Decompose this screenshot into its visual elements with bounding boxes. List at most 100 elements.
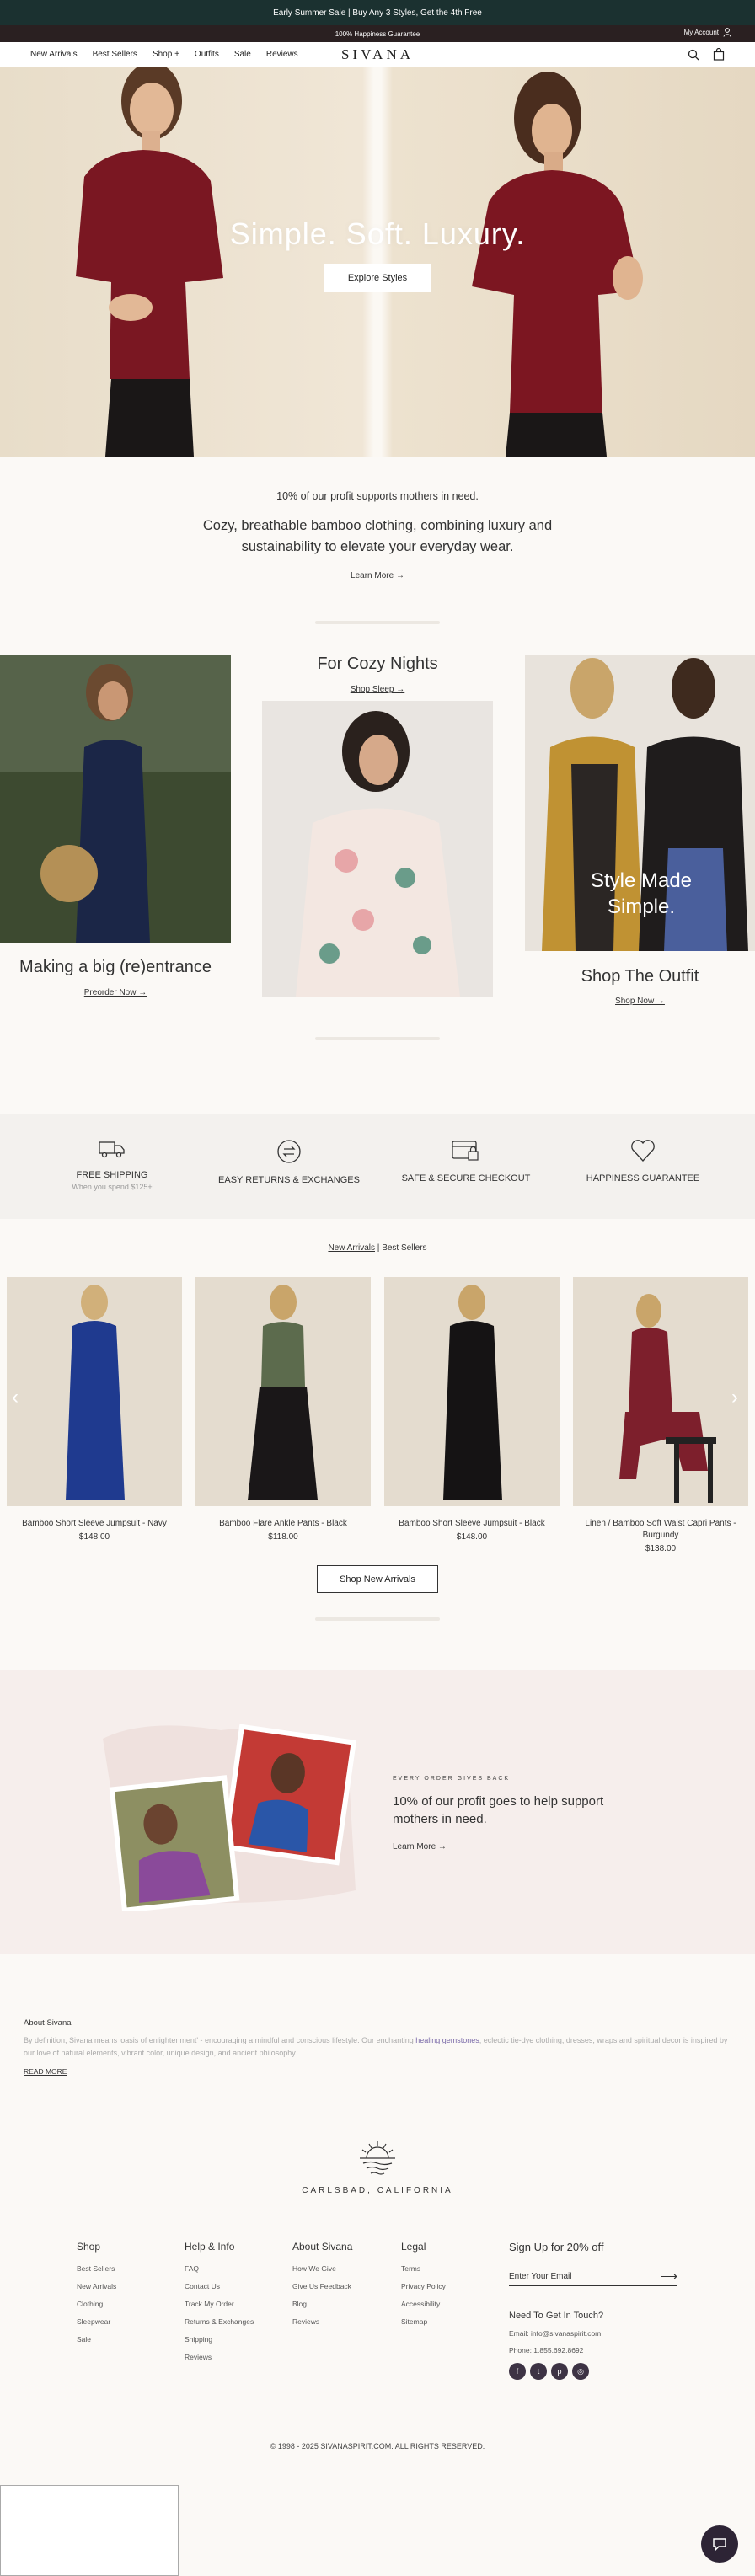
carousel-next-icon[interactable]: › [731, 1386, 738, 1409]
preorder-now-link[interactable]: Preorder Now → [0, 988, 231, 997]
mission-learn-more-link[interactable]: Learn More → [351, 571, 404, 580]
email-field[interactable]: Enter Your Email ⟶ [509, 2268, 677, 2286]
shop-sleep-link[interactable]: Shop Sleep → [262, 685, 493, 694]
footer-link[interactable]: Sleepwear [77, 2317, 116, 2326]
product-name[interactable]: Bamboo Short Sleeve Jumpsuit - Navy [7, 1518, 182, 1530]
hero-banner: Simple. Soft. Luxury. Explore Styles [0, 67, 755, 457]
footer-link[interactable]: Returns & Exchanges [185, 2317, 254, 2326]
cart-icon[interactable] [713, 48, 725, 61]
footer-link[interactable]: Give Us Feedback [292, 2282, 352, 2290]
footer-link[interactable]: How We Give [292, 2264, 352, 2273]
announcement-bar[interactable]: Early Summer Sale | Buy Any 3 Styles, Ge… [0, 0, 755, 25]
newsletter-signup: Sign Up for 20% off Enter Your Email ⟶ N… [509, 2241, 677, 2380]
footer-link[interactable]: Privacy Policy [401, 2282, 446, 2290]
product-card[interactable]: Bamboo Short Sleeve Jumpsuit - Black $14… [384, 1277, 560, 1542]
product-image[interactable] [384, 1277, 560, 1506]
tab-best-sellers[interactable]: Best Sellers [382, 1243, 426, 1253]
footer-link[interactable]: Reviews [185, 2353, 254, 2361]
read-more-link[interactable]: READ MORE [24, 2067, 731, 2076]
secondary-bar: 100% Happiness Guarantee My Account [0, 25, 755, 42]
collection-title-outfit: Shop The Outfit [581, 967, 699, 986]
footer-link[interactable]: New Arrivals [77, 2282, 116, 2290]
footer-column-help: Help & Info FAQ Contact Us Track My Orde… [185, 2241, 254, 2370]
announcement-text[interactable]: Early Summer Sale | Buy Any 3 Styles, Ge… [273, 8, 482, 18]
blank-panel [0, 2485, 179, 2576]
section-divider [315, 621, 440, 624]
product-card[interactable]: Bamboo Short Sleeve Jumpsuit - Navy $148… [7, 1277, 182, 1542]
contact-phone[interactable]: Phone: 1.855.692.8692 [509, 2346, 677, 2354]
collection-title-cozy: For Cozy Nights [317, 655, 438, 673]
user-icon [723, 28, 731, 37]
nav-sale[interactable]: Sale [234, 50, 251, 59]
carousel-prev-icon[interactable]: ‹ [12, 1386, 19, 1409]
footer-link[interactable]: Accessibility [401, 2300, 446, 2308]
footer-link[interactable]: FAQ [185, 2264, 254, 2273]
product-card[interactable]: Bamboo Flare Ankle Pants - Black $118.00 [195, 1277, 371, 1542]
product-card[interactable]: Linen / Bamboo Soft Waist Capri Pants - … [573, 1277, 748, 1553]
pinterest-icon[interactable]: p [551, 2363, 568, 2380]
secure-card-icon [452, 1141, 479, 1161]
about-text: By definition, Sivana means 'oasis of en… [24, 2034, 731, 2060]
product-image[interactable] [573, 1277, 748, 1506]
explore-styles-button[interactable]: Explore Styles [324, 264, 431, 292]
product-name[interactable]: Bamboo Flare Ankle Pants - Black [195, 1518, 371, 1530]
footer-link[interactable]: Blog [292, 2300, 352, 2308]
nav-best-sellers[interactable]: Best Sellers [93, 50, 137, 59]
social-links: f t p ◎ [509, 2363, 677, 2380]
submit-arrow-icon[interactable]: ⟶ [661, 2269, 677, 2284]
product-image[interactable] [195, 1277, 371, 1506]
nav-reviews[interactable]: Reviews [266, 50, 298, 59]
footer-link[interactable]: Shipping [185, 2335, 254, 2344]
healing-gemstones-link[interactable]: healing gemstones [415, 2036, 479, 2044]
facebook-icon[interactable]: f [509, 2363, 526, 2380]
heart-icon [631, 1140, 655, 1162]
about-heading: About Sivana [24, 2018, 72, 2028]
product-price: $148.00 [456, 1532, 488, 1542]
mission-tagline: 10% of our profit supports mothers in ne… [276, 490, 479, 502]
my-account-link[interactable]: My Account [684, 28, 731, 37]
footer-brand: CARLSBAD, CALIFORNIA [0, 2140, 755, 2195]
chat-button[interactable] [701, 2525, 738, 2563]
benefit-happiness: HAPPINESS GUARANTEE [563, 1139, 723, 1184]
section-divider [315, 1617, 440, 1621]
footer-link[interactable]: Best Sellers [77, 2264, 116, 2273]
product-image[interactable] [7, 1277, 182, 1506]
shop-now-link[interactable]: Shop Now → [525, 997, 755, 1006]
nav-new-arrivals[interactable]: New Arrivals [30, 50, 78, 59]
product-name[interactable]: Bamboo Short Sleeve Jumpsuit - Black [384, 1518, 560, 1530]
product-name[interactable]: Linen / Bamboo Soft Waist Capri Pants - … [573, 1518, 748, 1542]
footer-link[interactable]: Reviews [292, 2317, 352, 2326]
footer-link[interactable]: Sitemap [401, 2317, 446, 2326]
about-text-before: By definition, Sivana means 'oasis of en… [24, 2036, 416, 2044]
footer-link[interactable]: Sale [77, 2335, 116, 2344]
footer-link[interactable]: Track My Order [185, 2300, 254, 2308]
collection-image-cozy[interactable] [262, 701, 493, 997]
tab-new-arrivals[interactable]: New Arrivals [328, 1243, 375, 1253]
footer-column-title: About Sivana [292, 2241, 353, 2253]
outfit-overlay-text: Style Made Simple. [590, 869, 693, 918]
instagram-icon[interactable]: ◎ [572, 2363, 589, 2380]
footer-link[interactable]: Contact Us [185, 2282, 254, 2290]
contact-email[interactable]: Email: info@sivanaspirit.com [509, 2329, 677, 2338]
email-placeholder[interactable]: Enter Your Email [509, 2272, 572, 2281]
product-price: $118.00 [268, 1532, 298, 1542]
nav-shop[interactable]: Shop + [153, 50, 179, 59]
hero-model-image-right [472, 72, 643, 457]
hero-model-image-left [76, 67, 223, 457]
giveback-learn-more-link[interactable]: Learn More → [393, 1842, 447, 1852]
nav-outfits[interactable]: Outfits [195, 50, 219, 59]
search-icon[interactable] [688, 49, 699, 61]
collection-image-entrance[interactable] [0, 655, 231, 943]
footer-link[interactable]: Terms [401, 2264, 446, 2273]
product-price: $148.00 [78, 1532, 110, 1542]
giveback-heading: 10% of our profit goes to help support m… [393, 1794, 604, 1826]
benefit-label: HAPPINESS GUARANTEE [586, 1173, 700, 1184]
footer-column-about: About Sivana How We Give Give Us Feedbac… [292, 2241, 352, 2335]
benefit-label: FREE SHIPPING [76, 1170, 148, 1180]
footer-column-title: Shop [77, 2241, 101, 2253]
site-logo[interactable]: SIVANA [341, 46, 414, 63]
copyright: © 1998 - 2025 SIVANASPIRIT.COM. ALL RIGH… [270, 2442, 485, 2450]
twitter-icon[interactable]: t [530, 2363, 547, 2380]
footer-link[interactable]: Clothing [77, 2300, 116, 2308]
shop-new-arrivals-button[interactable]: Shop New Arrivals [317, 1565, 438, 1593]
